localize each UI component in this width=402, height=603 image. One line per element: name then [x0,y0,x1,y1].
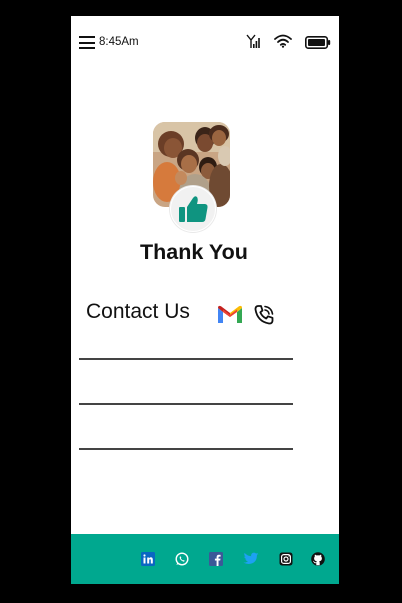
contact-field-3[interactable] [79,448,293,450]
contact-field-2[interactable] [79,403,293,405]
signal-icon [246,34,260,48]
status-bar: 8:45Am [71,16,339,70]
facebook-icon[interactable] [209,552,223,566]
instagram-icon[interactable] [279,552,293,566]
thumbs-up-badge [170,186,216,232]
wifi-icon [274,34,292,48]
contact-field-1[interactable] [79,358,293,360]
footer-bar [71,534,339,584]
contact-us-label: Contact Us [86,300,190,323]
whatsapp-icon[interactable] [175,552,189,566]
thumbs-up-icon [179,196,208,222]
github-icon[interactable] [311,552,325,566]
battery-icon [305,36,331,49]
phone-call-icon[interactable] [253,304,275,326]
twitter-icon[interactable] [243,552,259,566]
status-time: 8:45Am [99,36,139,48]
gmail-icon[interactable] [217,305,243,324]
linkedin-icon[interactable] [141,552,155,566]
thank-you-heading: Thank You [140,240,248,264]
menu-icon[interactable] [79,36,95,49]
phone-screen: 8:45Am Thank You Contact Us [71,16,339,584]
